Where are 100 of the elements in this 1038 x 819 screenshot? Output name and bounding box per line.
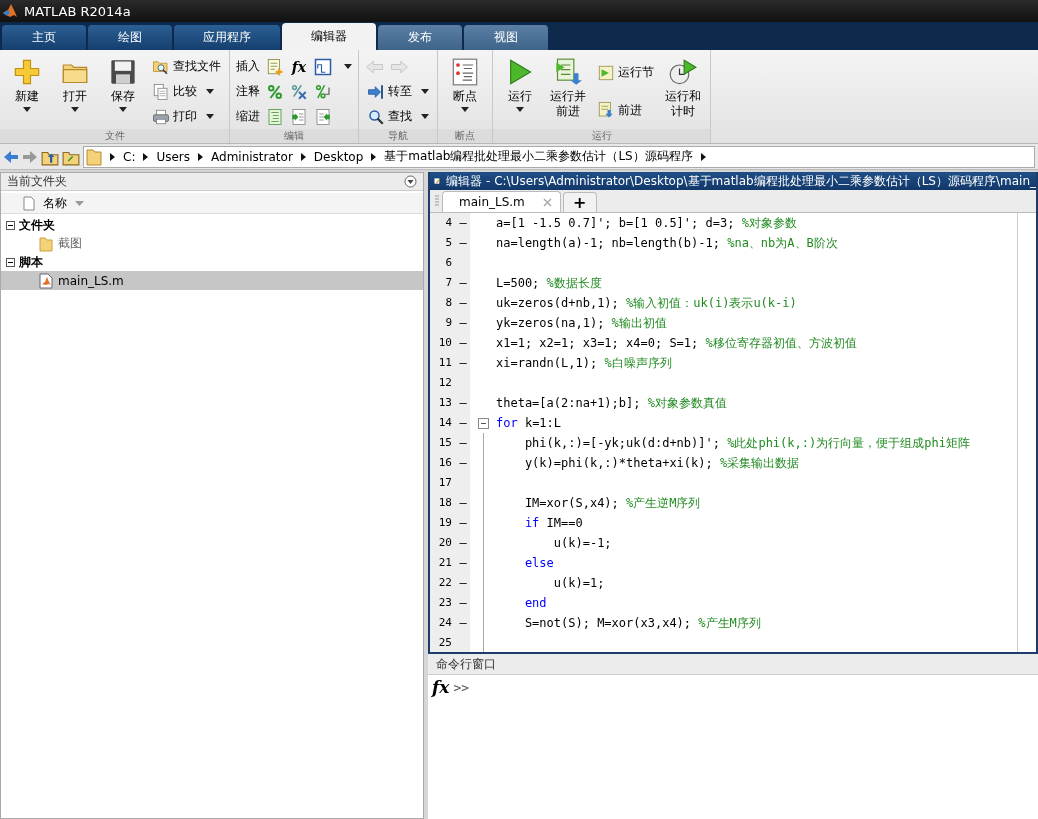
ribbon-tab[interactable]: 视图 xyxy=(464,25,548,50)
toolstrip-button[interactable]: 打印 xyxy=(150,105,223,128)
line-marker[interactable]: – xyxy=(459,596,467,610)
toolstrip-button[interactable]: 查找文件 xyxy=(150,55,223,78)
code-line: na=length(a)-1; nb=length(b)-1; %na、nb为A、B阶次 xyxy=(496,234,838,252)
line-marker[interactable]: – xyxy=(459,336,467,350)
path-segment[interactable]: Administrator xyxy=(211,149,293,164)
code-line: L=500; %数据长度 xyxy=(496,274,602,292)
collapse-toggle-icon[interactable] xyxy=(6,257,15,267)
file-row[interactable]: main_LS.m xyxy=(1,271,423,290)
printer-icon[interactable] xyxy=(152,107,170,126)
run-advance-icon[interactable] xyxy=(554,58,582,86)
panel-menu-icon[interactable] xyxy=(404,175,417,188)
script-file-icon xyxy=(39,272,53,289)
chevron-icon[interactable] xyxy=(198,152,204,161)
toolstrip-button[interactable]: 注释 xyxy=(236,83,260,100)
line-marker[interactable]: – xyxy=(459,496,467,510)
command-prompt[interactable]: >> xyxy=(453,679,470,695)
line-marker[interactable]: – xyxy=(459,616,467,630)
smart-indent-icon[interactable] xyxy=(266,107,284,126)
panel-title: 当前文件夹 xyxy=(7,173,67,190)
toolstrip-button[interactable]: 保存 xyxy=(100,54,146,129)
function-browser-button[interactable]: fx xyxy=(432,677,450,697)
line-marker[interactable]: – xyxy=(459,456,467,470)
decrease-indent-icon[interactable] xyxy=(314,107,332,126)
toolstrip-button[interactable]: 运行和计时 xyxy=(660,54,706,129)
ribbon-tab[interactable]: 绘图 xyxy=(88,25,172,50)
line-number: 21 xyxy=(437,555,453,571)
caret-icon[interactable] xyxy=(344,64,352,69)
line-marker[interactable]: – xyxy=(459,416,467,430)
ribbon-tab[interactable]: 发布 xyxy=(378,25,462,50)
grip-icon[interactable] xyxy=(434,194,440,208)
ribbon-tab[interactable]: 主页 xyxy=(2,25,86,50)
line-number: 19 xyxy=(437,515,453,531)
ribbon-tab[interactable]: 应用程序 xyxy=(174,25,280,50)
path-segment[interactable]: C: xyxy=(123,149,136,164)
code-line: xi=randn(L,1); %白噪声序列 xyxy=(496,354,672,372)
line-marker[interactable]: – xyxy=(459,216,467,230)
path-segment[interactable]: Users xyxy=(156,149,191,164)
line-marker[interactable]: – xyxy=(459,236,467,250)
line-marker[interactable]: – xyxy=(459,576,467,590)
line-marker[interactable]: – xyxy=(459,356,467,370)
toolstrip-button[interactable]: 新建 xyxy=(4,54,50,129)
chevron-icon[interactable] xyxy=(110,152,115,161)
editor-tab[interactable]: main_LS.m xyxy=(442,191,561,212)
line-marker[interactable]: – xyxy=(459,396,467,410)
matlab-logo-icon xyxy=(2,3,18,19)
line-marker[interactable]: – xyxy=(459,516,467,530)
document-plus-icon[interactable] xyxy=(266,57,284,76)
percent-icon[interactable] xyxy=(266,82,284,101)
code-line: S=not(S); M=xor(x3,x4); %产生M序列 xyxy=(523,614,761,632)
column-header[interactable]: 名称 xyxy=(1,193,423,214)
toolstrip-button[interactable]: 比较 xyxy=(150,80,223,103)
section-label: 文件 xyxy=(0,129,229,143)
plus-icon[interactable] xyxy=(13,58,41,86)
toolstrip-button[interactable]: 运行 xyxy=(497,54,543,129)
section-label: 编辑 xyxy=(230,129,358,143)
toolstrip-button[interactable]: 转至 xyxy=(365,81,431,103)
advance-icon[interactable] xyxy=(597,101,615,120)
toolstrip-button[interactable]: 插入 xyxy=(236,58,260,75)
line-marker[interactable]: – xyxy=(459,296,467,310)
insert-function-button[interactable]: fx xyxy=(290,58,308,75)
line-marker[interactable]: – xyxy=(459,556,467,570)
line-marker[interactable]: – xyxy=(459,536,467,550)
ribbon-tab[interactable]: 编辑器 xyxy=(282,23,376,50)
toolstrip-button[interactable]: 缩进 xyxy=(236,108,260,125)
go-to-icon[interactable] xyxy=(367,83,385,101)
path-segment[interactable]: Desktop xyxy=(313,149,364,164)
function-box-icon[interactable] xyxy=(314,57,332,76)
wrap-comment-icon[interactable] xyxy=(314,82,332,101)
code-line: for k=1:L xyxy=(496,416,562,430)
toolstrip-button[interactable]: 前进 xyxy=(595,99,656,122)
collapse-toggle-icon[interactable] xyxy=(6,220,15,230)
toolstrip-button[interactable]: 运行节 xyxy=(595,61,656,84)
path-field[interactable]: C: Users Administrator Desktop 基于matlab编程批处理最小二乘参数估计（LS）源码程序 xyxy=(83,145,1035,168)
back-arrow-icon[interactable] xyxy=(3,148,19,165)
line-marker[interactable]: – xyxy=(459,316,467,330)
line-marker[interactable]: – xyxy=(459,276,467,290)
line-marker[interactable]: – xyxy=(459,436,467,450)
code-line: a=[1 -1.5 0.7]'; b=[1 0.5]'; d=3; %对象参数 xyxy=(496,214,797,232)
toolstrip-button[interactable]: 打开 xyxy=(52,54,98,129)
chevron-icon[interactable] xyxy=(371,152,377,161)
toolstrip-button[interactable]: 查找 xyxy=(365,105,431,128)
fold-toggle-icon[interactable] xyxy=(477,417,489,429)
increase-indent-icon[interactable] xyxy=(290,107,308,126)
run-timer-icon[interactable] xyxy=(669,58,697,86)
search-icon[interactable] xyxy=(367,107,385,126)
line-number: 18 xyxy=(437,495,453,511)
toolstrip-button[interactable]: 断点 xyxy=(442,54,488,129)
file-row[interactable]: 截图 xyxy=(1,234,423,253)
chevron-icon[interactable] xyxy=(143,152,149,161)
uncomment-icon[interactable] xyxy=(290,82,308,101)
chevron-icon[interactable] xyxy=(300,152,306,161)
path-segment[interactable]: 基于matlab编程批处理最小二乘参数估计（LS）源码程序 xyxy=(384,148,693,165)
chevron-icon[interactable] xyxy=(700,152,706,161)
folder-icon xyxy=(39,235,53,252)
new-tab-button[interactable]: + xyxy=(562,192,597,212)
documents-icon[interactable] xyxy=(152,82,170,101)
toolstrip-button[interactable]: 运行并前进 xyxy=(545,54,591,129)
breakpoints-icon[interactable] xyxy=(451,58,479,86)
